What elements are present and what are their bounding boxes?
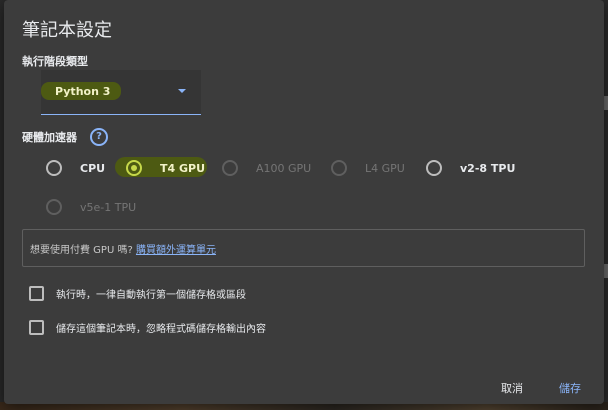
paid-gpu-info-box: 想要使用付費 GPU 嗎? 購買額外運算單元: [22, 229, 585, 267]
runtime-type-value: Python 3: [55, 85, 111, 98]
checkbox[interactable]: [29, 286, 44, 301]
radio-option-v5e-1-tpu[interactable]: v5e-1 TPU: [46, 199, 136, 215]
save-button[interactable]: 儲存: [559, 380, 581, 396]
notebook-settings-dialog: 筆記本設定 執行階段類型 Python 3 硬體加速器 ? CPU T4 GPU…: [4, 0, 604, 404]
runtime-type-label: 執行階段類型: [22, 55, 88, 68]
hardware-accelerator-label: 硬體加速器: [22, 131, 77, 144]
dialog-title: 筆記本設定: [22, 20, 112, 41]
radio-option-a100-gpu[interactable]: A100 GPU: [222, 160, 311, 176]
dropdown-arrow-icon: [178, 89, 186, 93]
radio-button-disabled[interactable]: [46, 199, 62, 215]
radio-option-l4-gpu[interactable]: L4 GPU: [331, 160, 405, 176]
radio-button[interactable]: [46, 160, 62, 176]
radio-label: CPU: [80, 161, 106, 175]
radio-button-disabled[interactable]: [331, 160, 347, 176]
radio-button-disabled[interactable]: [222, 160, 238, 176]
radio-label: T4 GPU: [160, 161, 206, 175]
runtime-type-select[interactable]: Python 3: [41, 70, 201, 115]
radio-option-t4-gpu[interactable]: T4 GPU: [126, 160, 205, 176]
checkbox-label: 儲存這個筆記本時，忽略程式碼儲存格輸出內容: [56, 324, 266, 335]
info-text: 想要使用付費 GPU 嗎?: [30, 245, 133, 256]
info-text-row: 想要使用付費 GPU 嗎? 購買額外運算單元: [30, 241, 216, 256]
cancel-button[interactable]: 取消: [501, 380, 523, 396]
radio-button[interactable]: [426, 160, 442, 176]
radio-label: v5e-1 TPU: [80, 200, 137, 214]
checkbox-row-auto-run[interactable]: 執行時，一律自動執行第一個儲存格或區段: [29, 286, 246, 301]
checkbox-label: 執行時，一律自動執行第一個儲存格或區段: [56, 290, 246, 301]
radio-label: v2-8 TPU: [460, 161, 516, 175]
radio-label: A100 GPU: [256, 161, 312, 175]
checkbox-row-omit-output[interactable]: 儲存這個筆記本時，忽略程式碼儲存格輸出內容: [29, 320, 266, 335]
help-icon[interactable]: ?: [90, 128, 108, 146]
radio-label: L4 GPU: [365, 161, 405, 175]
radio-button-selected[interactable]: [126, 160, 142, 176]
radio-option-v2-8-tpu[interactable]: v2-8 TPU: [426, 160, 515, 176]
buy-compute-units-link[interactable]: 購買額外運算單元: [136, 245, 216, 256]
checkbox[interactable]: [29, 320, 44, 335]
radio-option-cpu[interactable]: CPU: [46, 160, 105, 176]
